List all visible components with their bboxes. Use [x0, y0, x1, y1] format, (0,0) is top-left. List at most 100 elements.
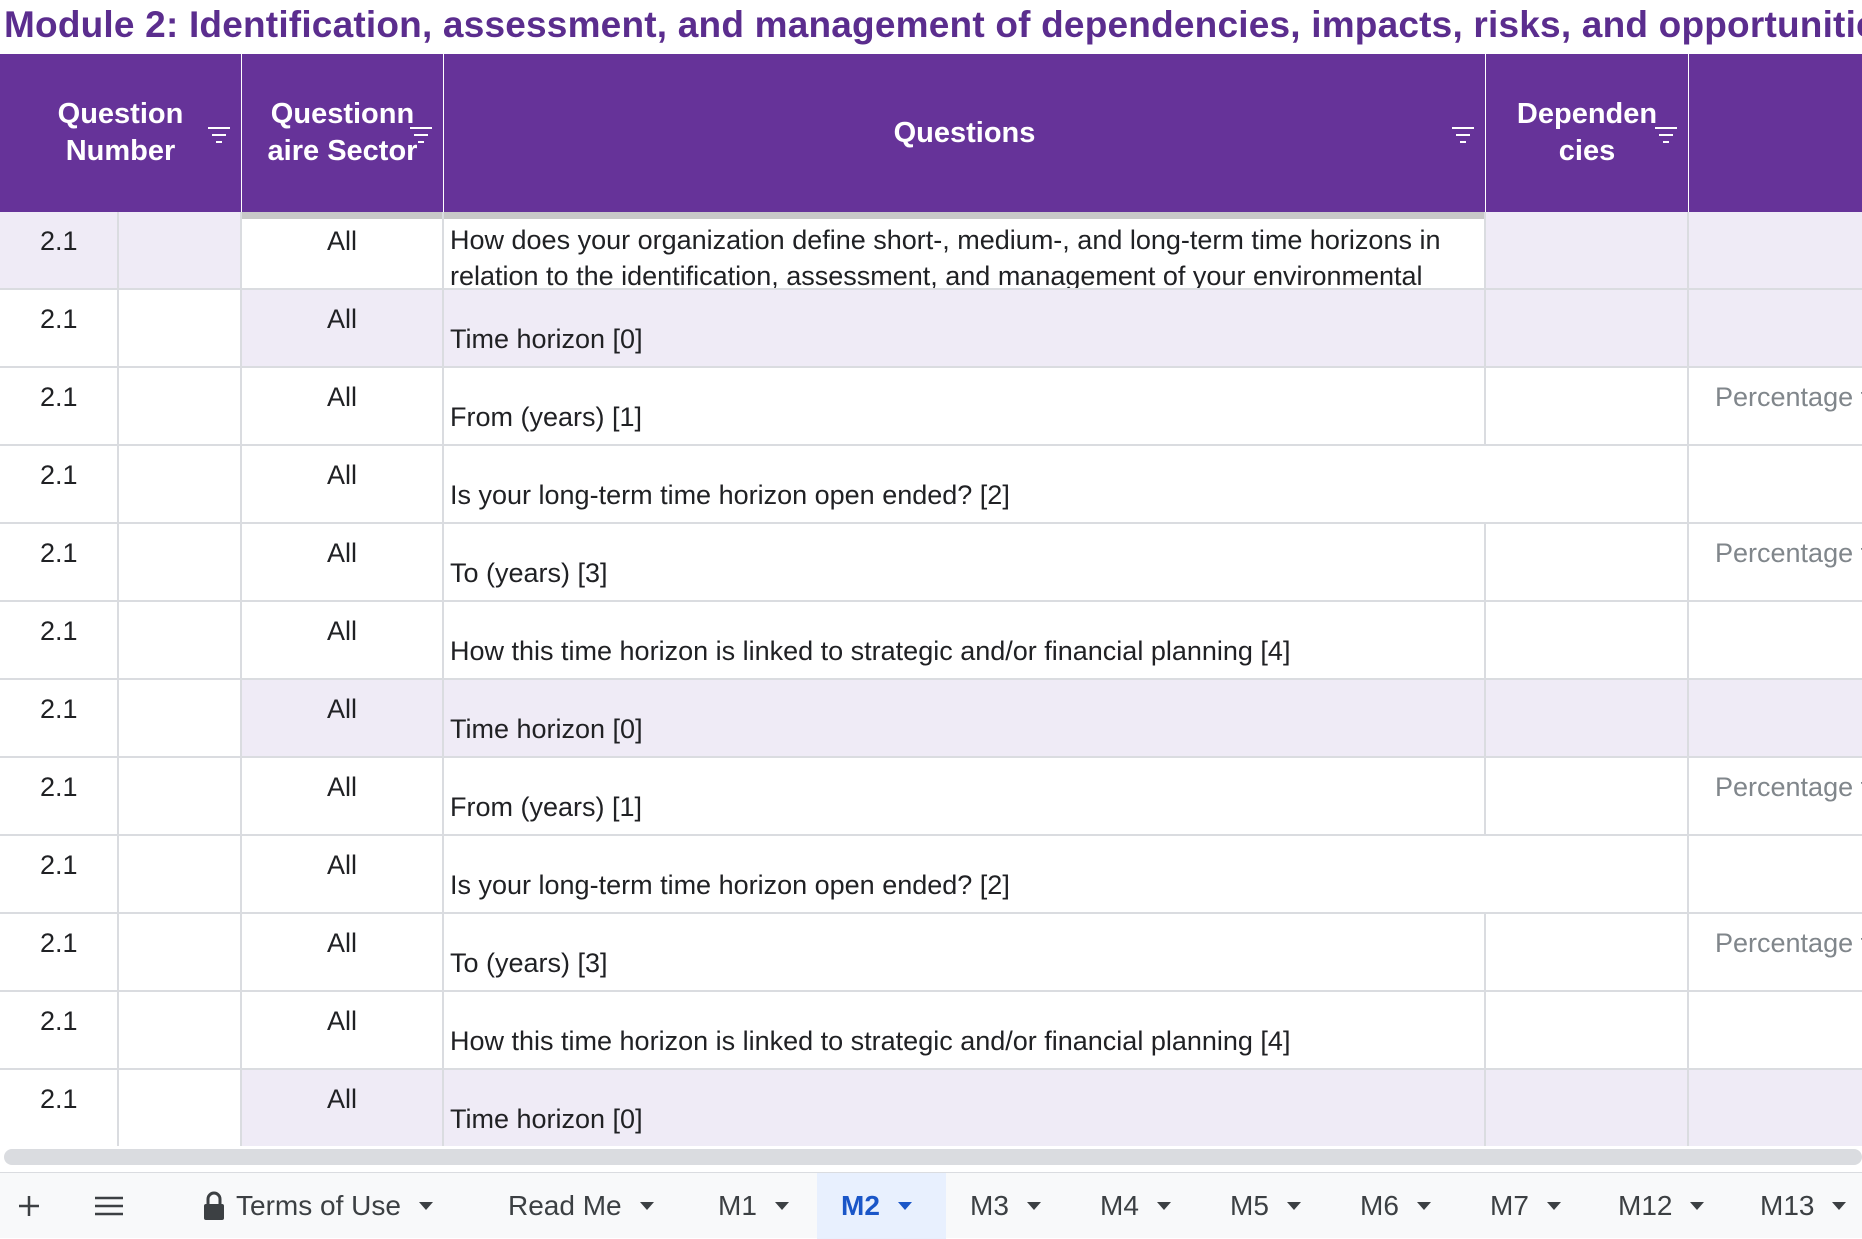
cell-question[interactable]: Time horizon [0] — [444, 1070, 1486, 1146]
cell-blank[interactable] — [119, 524, 242, 600]
cell-next[interactable] — [1689, 680, 1862, 756]
cell-sector[interactable]: All — [242, 914, 444, 990]
cell-sector[interactable]: All — [242, 758, 444, 834]
cell-question[interactable]: Time horizon [0] — [444, 680, 1486, 756]
cell-sector[interactable]: All — [242, 524, 444, 600]
sheet-tab-m6[interactable]: M6 — [1346, 1173, 1445, 1239]
sheet-tab-m13[interactable]: M13 — [1746, 1173, 1860, 1239]
cell-question[interactable]: How this time horizon is linked to strat… — [444, 602, 1486, 678]
cell-question-number[interactable]: 2.1 — [0, 212, 119, 288]
cell-question[interactable]: Is your long-term time horizon open ende… — [444, 446, 1689, 522]
cell-next[interactable] — [1689, 992, 1862, 1068]
chevron-down-icon[interactable] — [774, 1202, 789, 1210]
cell-dependencies[interactable] — [1486, 758, 1689, 834]
cell-sector[interactable]: All — [242, 290, 444, 366]
table-row[interactable]: 2.1 All How this time horizon is linked … — [0, 992, 1862, 1070]
chevron-down-icon[interactable] — [1690, 1202, 1705, 1210]
cell-question-number[interactable]: 2.1 — [0, 1070, 119, 1146]
cell-question[interactable]: Time horizon [0] — [444, 290, 1486, 366]
cell-dependencies[interactable] — [1486, 1070, 1689, 1146]
table-row[interactable]: 2.1 All From (years) [1] Percentage f — [0, 758, 1862, 836]
cell-next[interactable] — [1689, 446, 1862, 522]
chevron-down-icon[interactable] — [1546, 1202, 1561, 1210]
cell-sector[interactable]: All — [242, 836, 444, 912]
header-questions[interactable]: Questions — [444, 54, 1486, 212]
cell-sector[interactable]: All — [242, 680, 444, 756]
sheet-tab-m12[interactable]: M12 — [1604, 1173, 1718, 1239]
cell-sector[interactable]: All — [242, 992, 444, 1068]
cell-blank[interactable] — [119, 290, 242, 366]
sheet-tab-read-me[interactable]: Read Me — [494, 1173, 668, 1239]
cell-dependencies[interactable] — [1486, 992, 1689, 1068]
cell-next[interactable]: Percentage f — [1689, 524, 1862, 600]
header-question-number[interactable]: Question Number — [0, 54, 242, 212]
cell-blank[interactable] — [119, 992, 242, 1068]
cell-question[interactable]: From (years) [1] — [444, 758, 1486, 834]
table-row[interactable]: 2.1 All To (years) [3] Percentage f — [0, 914, 1862, 992]
cell-question[interactable]: How this time horizon is linked to strat… — [444, 992, 1486, 1068]
cell-dependencies[interactable] — [1486, 212, 1689, 288]
cell-blank[interactable] — [119, 836, 242, 912]
table-row[interactable]: 2.1 All How this time horizon is linked … — [0, 602, 1862, 680]
cell-question-number[interactable]: 2.1 — [0, 290, 119, 366]
chevron-down-icon[interactable] — [1286, 1202, 1301, 1210]
table-row[interactable]: 2.1 All Is your long-term time horizon o… — [0, 836, 1862, 914]
cell-blank[interactable] — [119, 446, 242, 522]
cell-blank[interactable] — [119, 602, 242, 678]
chevron-down-icon[interactable] — [1832, 1202, 1847, 1210]
table-row[interactable]: 2.1 All From (years) [1] Percentage f — [0, 368, 1862, 446]
sheet-tab-terms-of-use[interactable]: Terms of Use — [188, 1173, 447, 1239]
cell-blank[interactable] — [119, 758, 242, 834]
cell-question-number[interactable]: 2.1 — [0, 914, 119, 990]
cell-next[interactable] — [1689, 602, 1862, 678]
filter-icon[interactable] — [1654, 126, 1678, 144]
header-dependencies[interactable]: Dependen cies — [1486, 54, 1689, 212]
cell-dependencies[interactable] — [1486, 680, 1689, 756]
chevron-down-icon[interactable] — [1026, 1202, 1041, 1210]
all-sheets-button[interactable] — [88, 1173, 130, 1239]
cell-next[interactable]: Percentage f — [1689, 758, 1862, 834]
cell-question-number[interactable]: 2.1 — [0, 524, 119, 600]
table-row[interactable]: 2.1 All Is your long-term time horizon o… — [0, 446, 1862, 524]
cell-sector[interactable]: All — [242, 446, 444, 522]
add-sheet-button[interactable] — [8, 1173, 50, 1239]
cell-dependencies[interactable] — [1486, 368, 1689, 444]
chevron-down-icon[interactable] — [1156, 1202, 1171, 1210]
cell-question[interactable]: To (years) [3] — [444, 524, 1486, 600]
cell-sector[interactable]: All — [242, 1070, 444, 1146]
cell-question-number[interactable]: 2.1 — [0, 758, 119, 834]
sheet-tab-m7[interactable]: M7 — [1476, 1173, 1575, 1239]
cell-next[interactable] — [1689, 1070, 1862, 1146]
sheet-tab-m5[interactable]: M5 — [1216, 1173, 1315, 1239]
cell-blank[interactable] — [119, 914, 242, 990]
cell-blank[interactable] — [119, 1070, 242, 1146]
cell-question[interactable]: From (years) [1] — [444, 368, 1486, 444]
table-row[interactable]: 2.1 All Time horizon [0] — [0, 290, 1862, 368]
filter-icon[interactable] — [1451, 126, 1475, 144]
cell-next[interactable]: Percentage f — [1689, 914, 1862, 990]
cell-question[interactable]: To (years) [3] — [444, 914, 1486, 990]
table-row[interactable]: 2.1 All To (years) [3] Percentage f — [0, 524, 1862, 602]
table-row[interactable]: 2.1 All Time horizon [0] — [0, 1070, 1862, 1146]
cell-question-number[interactable]: 2.1 — [0, 680, 119, 756]
cell-sector[interactable]: All — [242, 602, 444, 678]
chevron-down-icon[interactable] — [639, 1202, 654, 1210]
cell-dependencies[interactable] — [1486, 914, 1689, 990]
cell-sector[interactable]: All — [242, 212, 444, 288]
sheet-tab-m2[interactable]: M2 — [817, 1173, 946, 1239]
cell-dependencies[interactable] — [1486, 602, 1689, 678]
cell-question-number[interactable]: 2.1 — [0, 446, 119, 522]
cell-next[interactable]: Percentage f — [1689, 368, 1862, 444]
chevron-down-icon[interactable] — [897, 1202, 912, 1210]
filter-icon[interactable] — [409, 126, 433, 144]
cell-dependencies[interactable] — [1486, 524, 1689, 600]
sheet-tab-m1[interactable]: M1 — [704, 1173, 803, 1239]
filter-icon[interactable] — [207, 126, 231, 144]
cell-question-number[interactable]: 2.1 — [0, 602, 119, 678]
cell-next[interactable] — [1689, 290, 1862, 366]
cell-blank[interactable] — [119, 680, 242, 756]
table-row[interactable]: 2.1 All Time horizon [0] — [0, 680, 1862, 758]
cell-question[interactable]: How does your organization define short-… — [444, 212, 1486, 288]
cell-blank[interactable] — [119, 212, 242, 288]
cell-question-number[interactable]: 2.1 — [0, 836, 119, 912]
